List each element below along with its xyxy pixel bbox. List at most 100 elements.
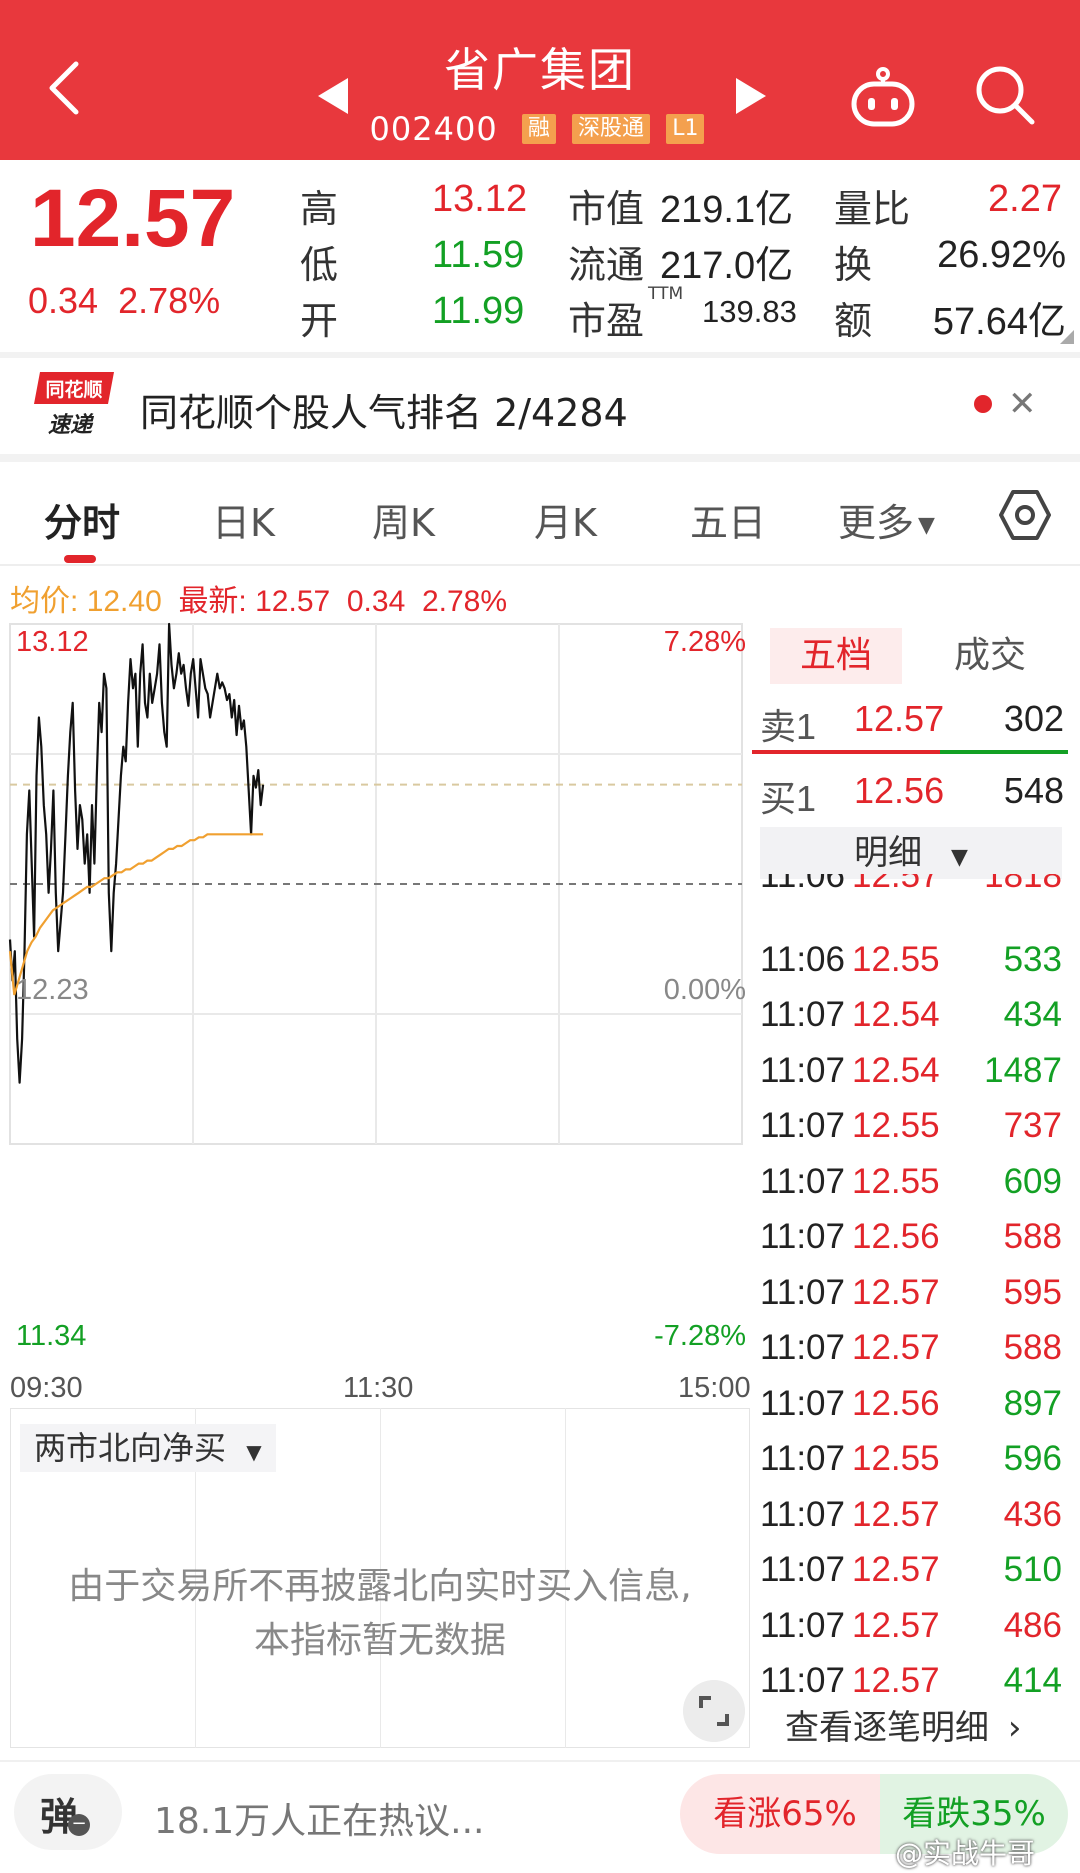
buy1-volume: 548 [1003,770,1064,811]
x-axis-start: 09:30 [10,1372,83,1404]
tick-row: 11:06 12.57 1818 [760,874,1062,900]
tab-intraday[interactable]: 分时 [44,492,120,547]
connect-tag: 深股通 [572,114,651,144]
chart-grid [9,623,743,1145]
open-value: 11.99 [432,290,525,332]
news-logo-line1: 同花顺 [45,378,102,401]
tick-price: 12.57 [852,1661,940,1700]
change-value: 0.34 [28,280,99,321]
tick-row: 11:07 12.54 434 [760,995,1062,1041]
high-value: 13.12 [432,178,528,220]
view-tick-details-label: 查看逐笔明细 [785,1708,989,1748]
no-data-message: 由于交易所不再披露北向实时买入信息, 本指标暂无数据 [10,1560,750,1668]
tick-volume: 595 [1003,1272,1062,1312]
sell1-price: 12.57 [854,698,945,739]
tick-time: 11:07 [760,995,845,1034]
tick-price: 12.57 [852,1272,940,1312]
turnover-value: 26.92% [937,234,1066,276]
tick-price: 12.56 [852,1217,940,1256]
low-label: 低 [300,243,339,287]
x-axis-midday: 11:30 [343,1372,414,1404]
buy1-label: 买1 [760,778,817,819]
pct-axis-top: 7.28% [663,626,746,658]
sell1-volume: 302 [1003,698,1064,739]
caret-down-icon: ▼ [950,845,968,870]
next-stock-icon[interactable] [736,78,766,114]
fullscreen-icon[interactable] [683,1680,745,1742]
tab-more-label: 更多 [838,501,915,545]
tick-volume: 486 [1003,1605,1062,1645]
northflow-select-label: 两市北向净买 [34,1429,227,1467]
tab-five-day[interactable]: 五日 [690,492,766,547]
tick-price: 12.57 [852,1550,940,1589]
caret-down-icon: ▼ [918,513,935,538]
low-value: 11.59 [432,234,525,276]
tick-price: 12.55 [852,939,940,979]
buy-sell-ratio-bar-green [940,750,1068,754]
tick-time: 11:07 [760,1328,845,1367]
tick-time: 11:06 [760,939,845,979]
caret-down-icon: ▼ [246,1440,262,1464]
tick-time: 11:07 [760,1550,845,1589]
no-data-line2: 本指标暂无数据 [253,1620,506,1661]
tab-monthly-k[interactable]: 月K [534,492,597,547]
high-label: 高 [300,187,339,231]
news-logo-line2: 速递 [48,412,95,438]
buy-sell-ratio-bar-red [752,750,940,754]
tab-five-levels[interactable]: 五档 [770,628,902,684]
minus-badge-icon: − [68,1814,90,1836]
chevron-right-icon: › [1007,1708,1022,1748]
tick-volume: 588 [1003,1217,1062,1256]
tick-row: 11:07 12.56 588 [760,1217,1062,1263]
discussion-prompt[interactable]: 18.1万人正在热议... [154,1792,485,1844]
northflow-select[interactable]: 两市北向净买 ▼ [20,1424,276,1472]
tick-volume: 434 [1003,995,1062,1034]
tick-price: 12.57 [852,1494,940,1534]
robot-assistant-icon[interactable] [848,62,918,132]
news-flash-logo[interactable]: 同花顺 速递 [34,368,114,440]
top-bar: 省广集团 002400 融 深股通 L1 [0,0,1080,160]
turnover-label: 换 [834,243,873,287]
y-axis-mid: 12.23 [16,974,89,1006]
tick-time: 11:06 [760,874,845,895]
tab-trades[interactable]: 成交 [924,628,1056,684]
tick-price: 12.55 [852,1439,940,1478]
volume-ratio-value: 2.27 [988,178,1062,220]
view-tick-details-link[interactable]: 查看逐笔明细 › [785,1700,1021,1749]
tab-more[interactable]: 更多 ▼ [838,492,935,547]
tick-price: 12.55 [852,1161,940,1201]
tab-daily-k[interactable]: 日K [212,492,275,547]
tick-volume: 897 [1003,1383,1062,1423]
pe-label: 市盈 [568,299,645,343]
tick-time: 11:07 [760,1494,845,1534]
news-headline[interactable]: 同花顺个股人气排名 2/4284 [140,382,628,437]
settings-hexagon-icon[interactable] [998,488,1052,542]
volume-ratio-label: 量比 [834,187,911,231]
tick-volume: 436 [1003,1494,1062,1534]
tick-volume: 510 [1003,1550,1062,1589]
detail-dropdown[interactable]: 明细 ▼ [760,827,1062,879]
tick-volume: 533 [1003,939,1062,979]
level-tag: L1 [666,114,705,144]
tab-weekly-k[interactable]: 周K [372,492,435,547]
tick-volume: 609 [1003,1161,1062,1201]
vote-bullish-button[interactable]: 看涨65% [680,1774,890,1854]
intraday-chart[interactable] [0,614,752,1376]
tick-time: 11:07 [760,1050,845,1090]
open-label: 开 [300,299,339,343]
tick-volume: 588 [1003,1328,1062,1367]
market-cap-label: 市值 [568,187,645,231]
tick-time: 11:07 [760,1106,845,1145]
expand-corner-icon[interactable] [1060,330,1074,344]
stock-code-row: 002400 融 深股通 L1 [0,108,1080,148]
tick-time: 11:07 [760,1217,845,1256]
tick-time: 11:07 [760,1661,845,1700]
close-icon[interactable]: ✕ [1008,384,1037,424]
tick-row: 11:07 12.57 595 [760,1273,1062,1319]
tick-price: 12.57 [852,1605,940,1645]
y-axis-bottom: 11.34 [16,1320,87,1352]
tick-price: 12.57 [852,1328,940,1367]
tick-row: 11:07 12.56 897 [760,1384,1062,1430]
search-icon[interactable] [972,62,1038,128]
tick-row: 11:07 12.55 596 [760,1439,1062,1485]
